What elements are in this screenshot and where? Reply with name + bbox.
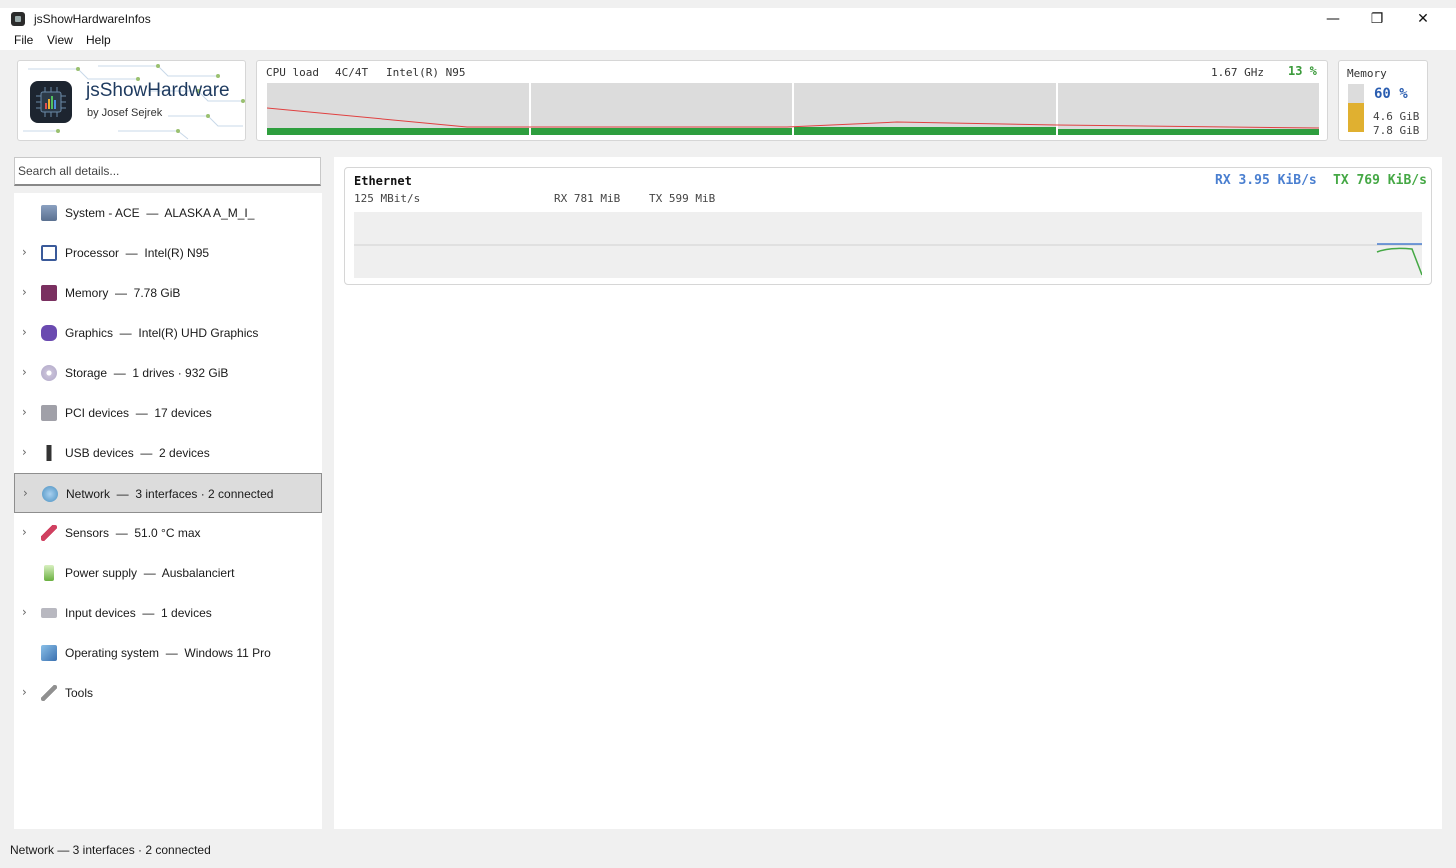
tree-item-label: USB devices — 2 devices <box>65 446 210 460</box>
thermometer-icon <box>41 525 57 541</box>
chevron-right-icon[interactable]: › <box>22 445 27 459</box>
chevron-right-icon[interactable]: › <box>22 605 27 619</box>
tree-item-usb-devices[interactable]: › USB devices — 2 devices <box>14 433 322 473</box>
tree-item-sensors[interactable]: › Sensors — 51.0 °C max <box>14 513 322 553</box>
rx-total: RX 781 MiB <box>554 192 621 205</box>
app-icon <box>11 12 25 26</box>
tree-item-label: Memory — 7.78 GiB <box>65 286 181 300</box>
hardware-tree: System - ACE — ALASKA A_M_I_ › Processor —… <box>14 193 322 829</box>
tree-item-label: Graphics — Intel(R) UHD Graphics <box>65 326 259 340</box>
tree-item-processor[interactable]: › Processor — Intel(R) N95 <box>14 233 322 273</box>
traffic-graph <box>354 212 1423 278</box>
cpu-core-graphs <box>267 83 1319 135</box>
memory-title: Memory <box>1347 67 1387 80</box>
chevron-right-icon[interactable]: › <box>22 365 27 379</box>
tree-item-network[interactable]: › Network — 3 interfaces · 2 connected <box>14 473 322 513</box>
memory-percent: 60 % <box>1374 86 1408 102</box>
tree-item-power-supply[interactable]: Power supply — Ausbalanciert <box>14 553 322 593</box>
globe-network-icon <box>42 486 58 502</box>
link-speed: 125 MBit/s <box>354 192 421 205</box>
chevron-right-icon[interactable]: › <box>23 486 28 500</box>
app-window: jsShowHardwareInfos — ❐ ✕ File View Help <box>0 0 1456 868</box>
menu-view[interactable]: View <box>47 33 73 47</box>
keyboard-icon <box>41 608 57 618</box>
tree-item-label: PCI devices — 17 devices <box>65 406 212 420</box>
logo-panel: jsShowHardware by Josef Sejrek <box>17 60 246 141</box>
menu-file[interactable]: File <box>14 33 33 47</box>
chevron-right-icon[interactable]: › <box>22 285 27 299</box>
status-text: Network — 3 interfaces · 2 connected <box>10 843 211 857</box>
tree-item-label: Power supply — Ausbalanciert <box>65 566 235 580</box>
tree-item-tools[interactable]: › Tools <box>14 673 322 713</box>
chevron-right-icon[interactable]: › <box>22 245 27 259</box>
tree-item-input-devices[interactable]: › Input devices — 1 devices <box>14 593 322 633</box>
logo-subtitle: by Josef Sejrek <box>87 107 163 119</box>
details-panel: Ethernet 125 MBit/s RX 781 MiB TX 599 Mi… <box>334 157 1442 829</box>
cpu-cores: 4C/4T <box>335 66 369 79</box>
search-input[interactable] <box>15 158 320 184</box>
wrench-icon <box>41 685 57 701</box>
tree-item-label: Tools <box>65 686 94 700</box>
tree-item-label: Storage — 1 drives · 932 GiB <box>65 366 229 380</box>
chip-icon <box>41 245 57 261</box>
tx-rate: TX 769 KiB/s <box>1333 173 1427 188</box>
chip-logo-icon <box>30 81 72 123</box>
battery-icon <box>44 565 54 581</box>
maximize-button[interactable]: ❐ <box>1354 8 1400 32</box>
logo-title: jsShowHardware <box>86 80 230 101</box>
memory-gauge-fill <box>1348 103 1364 132</box>
tree-item-label: System - ACE — ALASKA A_M_I_ <box>65 206 255 220</box>
computer-icon <box>41 205 57 221</box>
tree-item-pci-devices[interactable]: › PCI devices — 17 devices <box>14 393 322 433</box>
chevron-right-icon[interactable]: › <box>22 405 27 419</box>
memory-used: 4.6 GiB <box>1373 110 1420 123</box>
memory-gauge <box>1348 84 1364 132</box>
tx-total: TX 599 MiB <box>649 192 716 205</box>
cpu-load-percent: 13 % <box>1288 64 1317 78</box>
cpu-load-history-line <box>267 107 1319 129</box>
floppy-icon <box>41 285 57 301</box>
ethernet-card[interactable]: Ethernet 125 MBit/s RX 781 MiB TX 599 Mi… <box>344 167 1432 285</box>
memory-panel: Memory 60 % 4.6 GiB 7.8 GiB <box>1338 60 1428 141</box>
tree-item-label: Network — 3 interfaces · 2 connected <box>66 487 274 501</box>
tree-item-label: Input devices — 1 devices <box>65 606 212 620</box>
tree-item-operating-system[interactable]: Operating system — Windows 11 Pro <box>14 633 322 673</box>
tree-item-label: Sensors — 51.0 °C max <box>65 526 201 540</box>
tree-item-label: Operating system — Windows 11 Pro <box>65 646 271 660</box>
cpu-load-panel: CPU load 4C/4T Intel(R) N95 1.67 GHz 13 … <box>256 60 1328 141</box>
tree-item-memory[interactable]: › Memory — 7.78 GiB <box>14 273 322 313</box>
close-button[interactable]: ✕ <box>1400 8 1446 32</box>
interface-name: Ethernet <box>354 174 412 188</box>
usb-plug-icon <box>41 445 57 461</box>
tree-item-graphics[interactable]: › Graphics — Intel(R) UHD Graphics <box>14 313 322 353</box>
windows-icon <box>41 645 57 661</box>
pci-card-icon <box>41 405 57 421</box>
gamepad-icon <box>41 325 57 341</box>
tree-item-label: Processor — Intel(R) N95 <box>65 246 210 260</box>
status-bar: Network — 3 interfaces · 2 connected <box>0 840 1456 860</box>
rx-rate: RX 3.95 KiB/s <box>1215 173 1317 188</box>
minimize-button[interactable]: — <box>1310 8 1356 32</box>
title-bar[interactable]: jsShowHardwareInfos — ❐ ✕ <box>0 8 1456 32</box>
menu-bar: File View Help <box>0 32 1456 50</box>
chevron-right-icon[interactable]: › <box>22 325 27 339</box>
chevron-right-icon[interactable]: › <box>22 525 27 539</box>
search-box[interactable] <box>14 157 321 186</box>
chevron-right-icon[interactable]: › <box>22 685 27 699</box>
menu-help[interactable]: Help <box>86 33 111 47</box>
cpu-model: Intel(R) N95 <box>386 66 466 79</box>
tree-item-storage[interactable]: › Storage — 1 drives · 932 GiB <box>14 353 322 393</box>
window-title: jsShowHardwareInfos <box>34 12 151 26</box>
cpu-frequency: 1.67 GHz <box>1211 66 1264 79</box>
cpu-load-label: CPU load <box>266 66 319 79</box>
tree-item-system-ace[interactable]: System - ACE — ALASKA A_M_I_ <box>14 193 322 233</box>
disc-icon <box>41 365 57 381</box>
memory-total: 7.8 GiB <box>1373 124 1420 137</box>
